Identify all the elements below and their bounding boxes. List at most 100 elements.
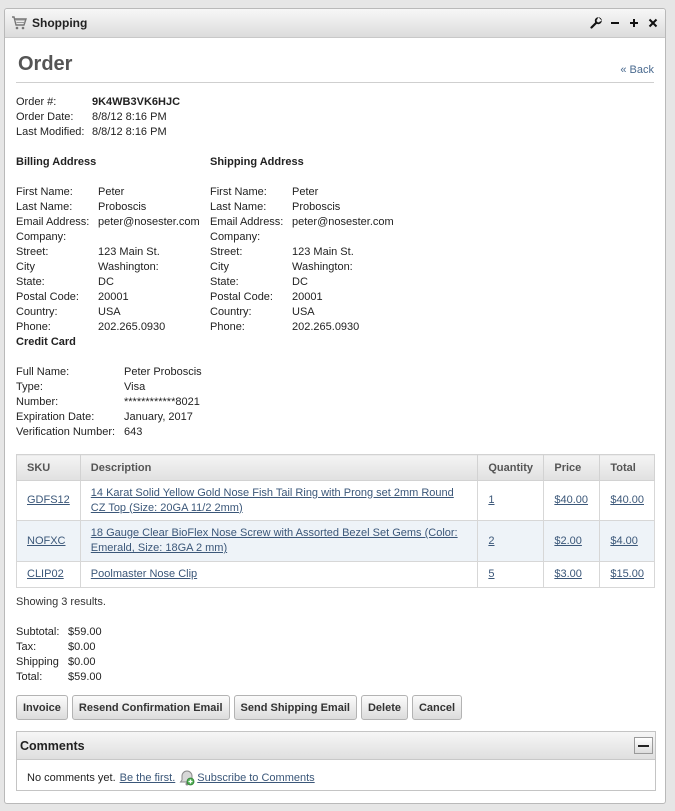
shipping-field-value: 20001 [292,291,323,303]
comments-header: Comments [17,732,655,760]
sku-cell: GDFS12 [16,480,81,521]
collapse-icon[interactable] [634,737,653,754]
shipping-field-row: Phone: 202.265.0930 [210,320,394,335]
shopping-portlet: Shopping Order « Back Order #: 9K4WB3VK6… [4,8,666,804]
column-price[interactable]: Price [543,454,601,481]
column-sku[interactable]: SKU [16,454,81,481]
credit-card-section: Credit Card Full Name: Peter Proboscis Typ… [16,335,202,440]
resend-confirmation-email-button[interactable]: Resend Confirmation Email [71,695,230,720]
shipping-field-value: USA [292,306,315,318]
order-items-table: SKU Description Quantity Price Total GDF… [16,454,655,588]
shipping-field-row: Company: [210,230,394,245]
billing-field-value: 202.265.0930 [98,321,166,333]
description-cell: Poolmaster Nose Clip [79,561,479,588]
credit-card-field-value: 643 [124,426,143,438]
total-field-value: $0.00 [68,641,96,653]
shipping-field-label: City [210,261,229,273]
billing-address: Billing Address First Name: Peter Last Nam… [16,155,200,335]
credit-card-field-value: Visa [124,381,146,393]
order-number-row: Order #: 9K4WB3VK6HJC [16,95,180,110]
description-cell: 14 Karat Solid Yellow Gold Nose Fish Tai… [79,480,479,521]
shipping-field-label: Street: [210,246,243,258]
portlet-titlebar: Shopping [5,9,665,38]
subscribe-icon [179,770,195,786]
no-comments-text: No comments yet. [27,772,116,784]
shipping-field-value: DC [292,276,308,288]
credit-card-field-row: Number: ************8021 [16,395,202,410]
shipping-address-rows: First Name: Peter Last Name: Proboscis Email… [210,185,394,335]
description-cell: 18 Gauge Clear BioFlex Nose Screw with A… [79,520,479,562]
sku-cell: NOFXC [16,520,81,562]
quantity-cell: 2 [477,520,545,562]
maximize-icon[interactable] [628,17,640,29]
cancel-button[interactable]: Cancel [411,695,463,720]
shipping-field-row: Email Address: peter@nosester.com [210,215,394,230]
window-controls [590,17,659,29]
order-meta: Order #: 9K4WB3VK6HJC Order Date: 8/8/12… [16,95,180,140]
quantity-link[interactable]: 1 [488,494,494,506]
wrench-icon[interactable] [590,17,602,29]
close-icon[interactable] [647,17,659,29]
back-link[interactable]: « Back [620,64,654,76]
billing-field-row: Country: USA [16,305,200,320]
order-number-label: Order #: [16,96,57,108]
comments-panel: Comments No comments yet. Be the first. … [16,731,656,791]
credit-card-field-value: January, 2017 [124,411,193,423]
price-cell: $3.00 [543,561,601,588]
total-field-row: Shipping $0.00 [16,655,102,670]
last-modified-label: Last Modified: [16,126,85,138]
column-description[interactable]: Description [79,454,479,481]
price-link[interactable]: $3.00 [554,568,582,580]
sku-link[interactable]: CLIP02 [27,568,64,580]
sku-link[interactable]: GDFS12 [27,494,70,506]
total-field-value: $59.00 [68,626,102,638]
send-shipping-email-button[interactable]: Send Shipping Email [233,695,357,720]
invoice-button[interactable]: Invoice [16,695,68,720]
billing-field-row: State: DC [16,275,200,290]
shipping-field-row: Last Name: Proboscis [210,200,394,215]
billing-field-value: 20001 [98,291,129,303]
last-modified-row: Last Modified: 8/8/12 8:16 PM [16,125,180,140]
shipping-field-row: State: DC [210,275,394,290]
description-link[interactable]: Poolmaster Nose Clip [91,568,197,580]
credit-card-field-label: Number: [16,396,59,408]
description-link[interactable]: 14 Karat Solid Yellow Gold Nose Fish Tai… [91,487,454,514]
billing-field-row: City Washington: [16,260,200,275]
delete-button[interactable]: Delete [360,695,408,720]
billing-field-row: Postal Code: 20001 [16,290,200,305]
page-title: Order [18,53,73,75]
minimize-icon[interactable] [609,17,621,29]
quantity-link[interactable]: 5 [488,568,494,580]
price-link[interactable]: $2.00 [554,535,582,547]
column-quantity[interactable]: Quantity [477,454,545,481]
billing-field-row: Last Name: Proboscis [16,200,200,215]
column-total[interactable]: Total [599,454,655,481]
billing-field-value: 123 Main St. [98,246,160,258]
credit-card-rows: Full Name: Peter Proboscis Type: Visa Number… [16,365,202,440]
shipping-field-label: First Name: [210,186,267,198]
order-date-value: 8/8/12 8:16 PM [92,111,167,123]
total-field-label: Shipping [16,656,59,668]
shipping-address: Shipping Address First Name: Peter Last Na… [210,155,394,335]
price-cell: $40.00 [543,480,601,521]
shipping-field-label: Last Name: [210,201,267,213]
be-the-first-link[interactable]: Be the first. [120,772,176,784]
total-link[interactable]: $40.00 [610,494,644,506]
price-link[interactable]: $40.00 [554,494,588,506]
total-field-label: Total: [16,671,43,683]
comments-body: No comments yet. Be the first. Subscribe… [17,760,655,786]
shipping-field-label: Company: [210,231,261,243]
total-field-label: Tax: [16,641,37,653]
sku-link[interactable]: NOFXC [27,535,66,547]
quantity-link[interactable]: 2 [488,535,494,547]
total-link[interactable]: $15.00 [610,568,644,580]
credit-card-field-value: Peter Proboscis [124,366,202,378]
billing-field-row: First Name: Peter [16,185,200,200]
description-link[interactable]: 18 Gauge Clear BioFlex Nose Screw with A… [91,527,458,554]
total-field-label: Subtotal: [16,626,60,638]
billing-field-value: USA [98,306,121,318]
total-link[interactable]: $4.00 [610,535,638,547]
shipping-field-value: peter@nosester.com [292,216,394,228]
subscribe-comments-link[interactable]: Subscribe to Comments [197,772,314,784]
shipping-field-label: Postal Code: [210,291,273,303]
